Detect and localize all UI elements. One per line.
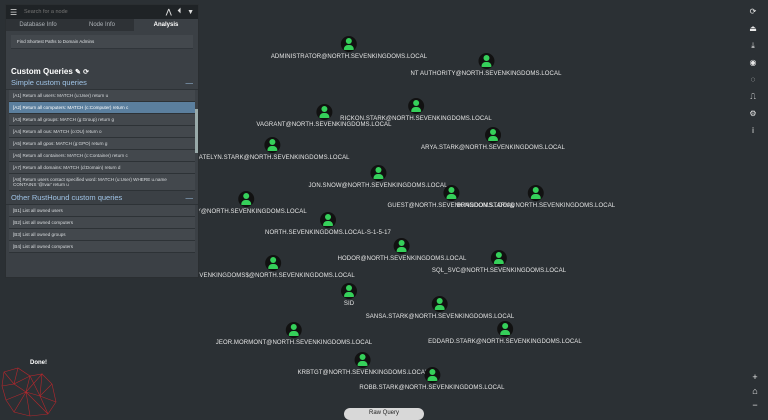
prebuilt-query-box: Find Shortest Paths to Domain Admins: [11, 35, 193, 49]
query-item[interactable]: [A1] Return all users: MATCH (u:User) re…: [9, 90, 195, 102]
filter-icon[interactable]: ▼: [187, 9, 194, 16]
query-item[interactable]: [A6] Return all containers: MATCH (c:Con…: [9, 150, 195, 162]
user-icon: [394, 238, 410, 254]
custom-queries-heading: Custom Queries ✎ ⟳: [11, 67, 90, 76]
graph-node[interactable]: JEOR.MORMONT@NORTH.SEVENKINGDOMS.LOCAL: [216, 322, 372, 346]
user-icon: [491, 250, 507, 266]
user-icon: [341, 283, 357, 299]
user-icon: [407, 98, 424, 114]
tab-bar: Database Info Node Info Analysis: [6, 19, 198, 31]
graph-node[interactable]: SQL_SVC@NORTH.SEVENKINGDOMS.LOCAL: [432, 250, 566, 274]
pathfinding-icon[interactable]: ⋀: [166, 8, 172, 16]
graph-node[interactable]: ADMINISTRATOR@NORTH.SEVENKINGDOMS.LOCAL: [271, 36, 427, 60]
query-item[interactable]: [A4] Return all ous: MATCH (o:OU) return…: [9, 126, 195, 138]
zoom-controls: + ⌂ −: [748, 372, 762, 414]
query-item[interactable]: [B4] List all owned computers: [9, 241, 195, 253]
collapse-icon[interactable]: —: [186, 193, 194, 202]
user-icon: [431, 296, 448, 312]
simple-queries-header[interactable]: Simple custom queries —: [6, 78, 198, 90]
query-item[interactable]: [A3] Return all groups: MATCH (g:Group) …: [9, 114, 195, 126]
user-icon: [369, 165, 386, 181]
user-icon: [238, 191, 254, 207]
zoom-out-icon[interactable]: −: [748, 400, 762, 411]
user-icon: [355, 352, 371, 368]
user-icon: [315, 104, 332, 120]
edit-icon[interactable]: ✎: [75, 69, 81, 76]
export-icon[interactable]: ⏏: [746, 23, 760, 34]
other-queries-header[interactable]: Other RustHound custom queries —: [6, 193, 198, 205]
query-item[interactable]: [A7] Return all domains: MATCH (d:Domain…: [9, 162, 195, 174]
back-icon[interactable]: ⏴: [178, 8, 182, 16]
graph-node[interactable]: NT AUTHORITY@NORTH.SEVENKINGDOMS.LOCAL: [410, 53, 561, 77]
settings-icon[interactable]: ⚙: [746, 108, 760, 119]
right-toolbar: ⟳ ⏏ ⤓ ◉ ◌ ⎍ ⚙ i: [746, 6, 762, 142]
scrollbar[interactable]: [195, 109, 198, 153]
collapse-icon[interactable]: —: [186, 78, 194, 87]
search-input[interactable]: [22, 8, 160, 16]
user-icon: [484, 127, 501, 143]
graph-node[interactable]: SANSA.STARK@NORTH.SEVENKINGDOMS.LOCAL: [366, 296, 515, 320]
upload-icon[interactable]: ◉: [746, 57, 760, 68]
refresh-icon[interactable]: ⟳: [83, 69, 89, 76]
user-icon: [265, 255, 281, 271]
home-icon[interactable]: ⌂: [748, 386, 762, 397]
tab-analysis[interactable]: Analysis: [134, 19, 198, 31]
graph-node[interactable]: SID: [341, 283, 357, 307]
tab-node-info[interactable]: Node Info: [70, 19, 134, 31]
query-item[interactable]: [A5] Return all gpos: MATCH (g:GPO) retu…: [9, 138, 195, 150]
graph-node[interactable]: VAGRANT@NORTH.SEVENKINGDOMS.LOCAL: [256, 104, 392, 128]
graph-node[interactable]: ARYA.STARK@NORTH.SEVENKINGDOMS.LOCAL: [421, 127, 565, 151]
tab-database-info[interactable]: Database Info: [6, 19, 70, 31]
user-icon: [496, 321, 513, 337]
bloodhound-logo: [1, 367, 57, 417]
user-icon: [423, 367, 440, 383]
graph-node[interactable]: ROBB.STARK@NORTH.SEVENKINGDOMS.LOCAL: [359, 367, 504, 391]
side-panel: ☰ ⋀ ⏴ ▼ Database Info Node Info Analysis…: [5, 4, 199, 278]
refresh-icon[interactable]: ⟳: [746, 6, 760, 17]
query-item[interactable]: [A2] Return all computers: MATCH (c:Comp…: [9, 102, 195, 114]
query-item[interactable]: [B1] List all owned users: [9, 205, 195, 217]
zoom-in-icon[interactable]: +: [748, 372, 762, 383]
graph-node[interactable]: SEVENKINGDOMS$@NORTH.SEVENKINGDOMS.LOCAL: [191, 255, 355, 279]
user-icon: [478, 53, 494, 69]
graph-node[interactable]: NORTH.SEVENKINGDOMS.LOCAL-S-1-5-17: [265, 212, 391, 236]
graph-node[interactable]: BRANDON.STARK@NORTH.SEVENKINGDOMS.LOCAL: [457, 185, 615, 209]
menu-icon[interactable]: ☰: [10, 8, 22, 17]
chart-icon[interactable]: ⎍: [746, 91, 760, 102]
query-item[interactable]: [B2] List all owned computers: [9, 217, 195, 229]
group-icon: [319, 212, 336, 228]
import-icon[interactable]: ⤓: [746, 40, 760, 51]
user-icon: [528, 185, 544, 201]
graph-node[interactable]: CATELYN.STARK@NORTH.SEVENKINGDOMS.LOCAL: [194, 137, 350, 161]
change-layout-icon[interactable]: ◌: [746, 74, 760, 85]
search-bar: ☰ ⋀ ⏴ ▼: [6, 5, 198, 19]
graph-node[interactable]: EDDARD.STARK@NORTH.SEVENKINGDOMS.LOCAL: [428, 321, 582, 345]
user-icon: [286, 322, 302, 338]
raw-query-button[interactable]: Raw Query: [344, 408, 424, 420]
info-icon[interactable]: i: [746, 125, 760, 136]
user-icon: [264, 137, 280, 153]
user-icon: [340, 36, 357, 52]
query-item[interactable]: [A8] Return users contact specified word…: [9, 174, 195, 191]
query-item[interactable]: Find Shortest Paths to Domain Admins: [11, 35, 193, 49]
query-item[interactable]: [B3] List all owned groups: [9, 229, 195, 241]
